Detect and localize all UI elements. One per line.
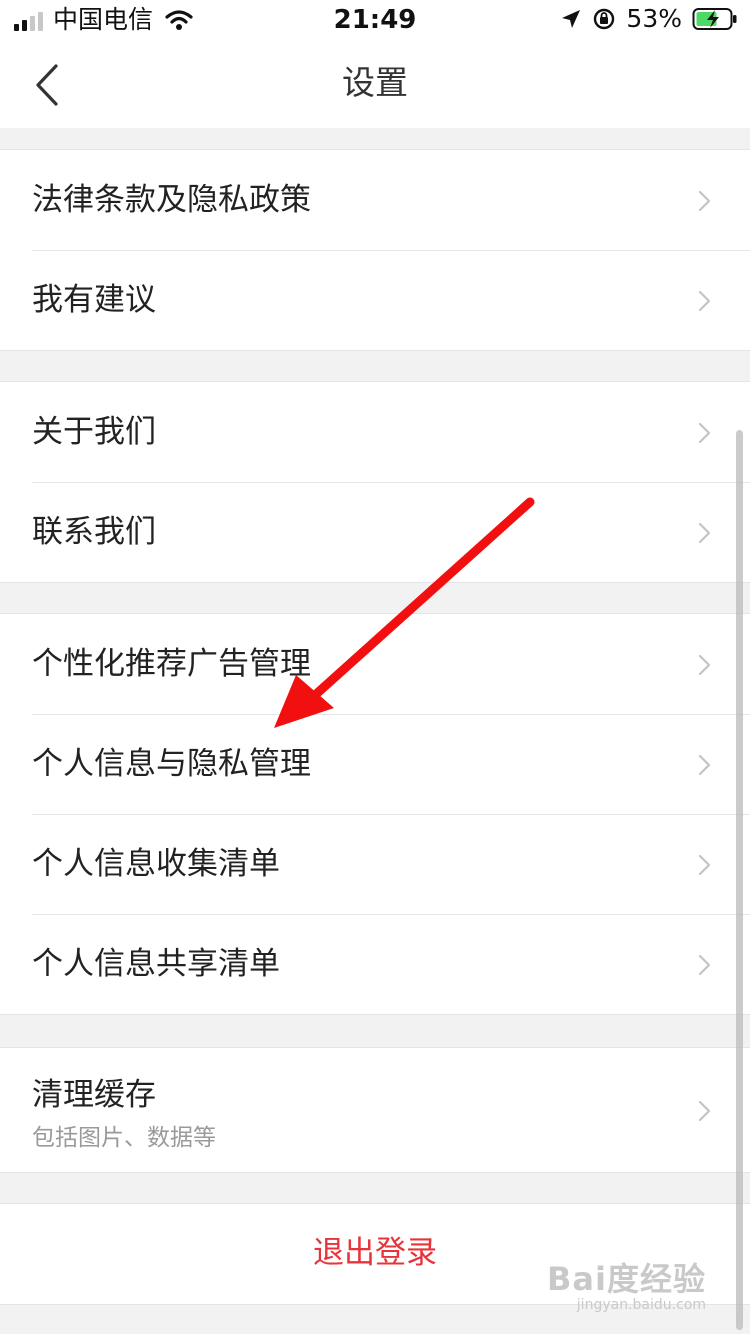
row-label: 个性化推荐广告管理 — [32, 646, 311, 682]
row-sublabel: 包括图片、数据等 — [32, 1125, 216, 1151]
chevron-right-icon — [698, 654, 711, 676]
location-icon — [562, 10, 581, 28]
row-label: 个人信息共享清单 — [32, 946, 280, 982]
row-label: 联系我们 — [32, 514, 156, 550]
row-about-us[interactable]: 关于我们 — [0, 382, 750, 482]
row-personalized-ads[interactable]: 个性化推荐广告管理 — [0, 614, 750, 714]
battery-charging-icon — [692, 8, 737, 30]
row-info-collection-list[interactable]: 个人信息收集清单 — [0, 814, 750, 914]
chevron-right-icon — [698, 190, 711, 212]
rotation-lock-icon — [594, 8, 615, 30]
status-right: 53% — [560, 5, 738, 33]
row-legal-privacy[interactable]: 法律条款及隐私政策 — [0, 150, 750, 250]
settings-group-privacy: 个性化推荐广告管理 个人信息与隐私管理 个人信息收集清单 个人信息共享清单 — [0, 613, 750, 1015]
row-label: 我有建议 — [32, 282, 156, 318]
row-label: 个人信息与隐私管理 — [32, 746, 311, 782]
chevron-right-icon — [698, 290, 711, 312]
row-label: 清理缓存 — [32, 1077, 156, 1113]
chevron-right-icon — [698, 422, 711, 444]
row-label: 个人信息收集清单 — [32, 846, 280, 882]
row-contact-us[interactable]: 联系我们 — [0, 482, 750, 582]
row-clear-cache[interactable]: 清理缓存 包括图片、数据等 — [0, 1048, 750, 1172]
nav-bar: 设置 — [0, 42, 750, 128]
status-bar: 中国电信 21:49 53% — [0, 0, 750, 42]
battery-percent: 53% — [626, 4, 682, 33]
scrollbar[interactable] — [736, 430, 743, 1330]
settings-group-cache: 清理缓存 包括图片、数据等 — [0, 1047, 750, 1173]
chevron-right-icon — [698, 522, 711, 544]
row-label: 关于我们 — [32, 414, 156, 450]
row-suggestion[interactable]: 我有建议 — [0, 250, 750, 350]
settings-group-legal: 法律条款及隐私政策 我有建议 — [0, 149, 750, 351]
chevron-right-icon — [698, 854, 711, 876]
baidu-jingyan-watermark: Bai度经验 jingyan.baidu.com — [547, 1262, 706, 1314]
row-label: 法律条款及隐私政策 — [32, 182, 311, 218]
row-personal-info-privacy[interactable]: 个人信息与隐私管理 — [0, 714, 750, 814]
chevron-right-icon — [698, 954, 711, 976]
chevron-right-icon — [698, 754, 711, 776]
row-info-sharing-list[interactable]: 个人信息共享清单 — [0, 914, 750, 1014]
page-title: 设置 — [342, 63, 408, 102]
chevron-right-icon — [698, 1100, 711, 1122]
watermark-sub: jingyan.baidu.com — [576, 1297, 706, 1313]
settings-group-about: 关于我们 联系我们 — [0, 381, 750, 583]
watermark-main: Bai度经验 — [547, 1260, 706, 1298]
